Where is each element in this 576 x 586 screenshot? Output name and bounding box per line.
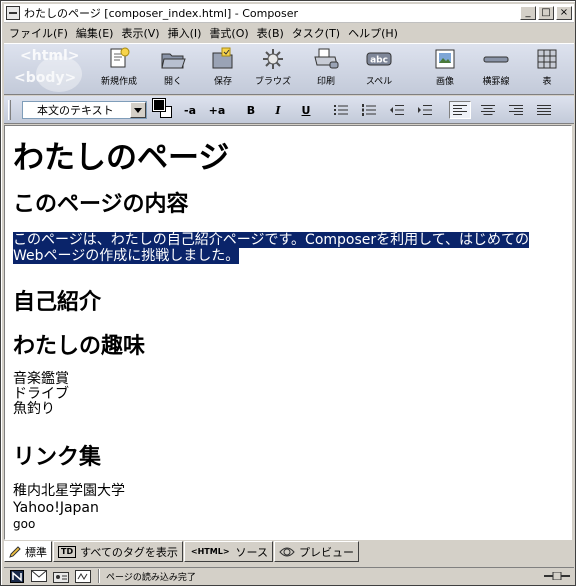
smaller-font-button[interactable]: -a [180,101,200,119]
composer-app-icon[interactable] [6,6,20,20]
minimize-button[interactable]: _ [520,6,536,20]
status-bar: ページの読み込み完了 [4,567,574,584]
open-folder-icon [159,46,187,72]
text-color-picker[interactable] [152,98,175,121]
open-button[interactable]: 開く [150,46,196,94]
hobby-item[interactable]: ドライブ [13,387,69,402]
link-item[interactable]: Yahoo!Japan [13,501,99,516]
indent-button[interactable] [416,101,434,119]
justify-icon [537,105,551,115]
page-heading[interactable]: わたしのページ [13,132,229,177]
heading-links[interactable]: リンク集 [13,439,101,471]
intro-paragraph[interactable]: このページは、わたしの自己紹介ページです。Composerを利用して、はじめての… [13,232,553,264]
mail-icon[interactable] [30,569,48,583]
menu-edit[interactable]: 編集(E) [72,25,118,41]
menu-help[interactable]: ヘルプ(H) [344,25,402,41]
heading-profile[interactable]: 自己紹介 [13,284,101,316]
text-color-swatch[interactable] [152,98,166,112]
hobby-item[interactable]: 音楽鑑賞 [13,372,69,387]
maximize-button[interactable]: □ [538,6,554,20]
toolbar-grip[interactable] [8,100,11,120]
bold-button[interactable]: B [242,101,260,119]
svg-text:abc: abc [370,56,388,66]
td-tag-icon: TD [58,545,77,558]
menu-insert[interactable]: 挿入(I) [164,25,206,41]
format-toolbar: 本文のテキスト -a +a B I U [4,96,574,124]
heading-contents[interactable]: このページの内容 [13,186,189,218]
chevron-down-icon[interactable] [130,102,146,118]
pencil-icon [9,545,21,558]
table-icon [533,46,561,72]
image-icon [431,46,459,72]
composer-window: わたしのページ [composer_index.html] - Composer… [0,0,576,586]
tab-show-all-tags[interactable]: TD すべてのタグを表示 [53,541,183,562]
title-bar[interactable]: わたしのページ [composer_index.html] - Composer… [4,4,574,23]
align-left-button[interactable] [449,101,471,119]
numbered-list-icon [362,104,376,116]
heading-hobbies[interactable]: わたしの趣味 [13,328,145,360]
status-text: ページの読み込み完了 [106,572,196,583]
tab-normal[interactable]: 標準 [4,541,52,562]
horizontal-rule-button[interactable]: 横罫線 [473,46,519,94]
paragraph-style-select[interactable]: 本文のテキスト [22,101,147,119]
bullet-list-button[interactable] [332,101,350,119]
align-right-button[interactable] [506,101,526,119]
indent-icon [418,105,432,115]
menu-file[interactable]: ファイル(F) [4,25,72,41]
new-button[interactable]: 新規作成 [96,46,142,94]
menu-view[interactable]: 表示(V) [117,25,163,41]
link-item[interactable]: 稚内北星学園大学 [13,484,125,499]
print-button[interactable]: 印刷 [303,46,349,94]
composition-toolbar: <html> <body> 新規作成 開く 保存 ブラウズ 印刷 abc スペル… [4,43,574,95]
address-book-icon[interactable] [52,569,70,583]
underline-button[interactable]: U [297,101,315,119]
browse-button[interactable]: ブラウズ [250,46,296,94]
save-icon [209,46,237,72]
edit-mode-tabs: 標準 TD すべてのタグを表示 <HTML> ソース プレビュー [4,541,574,563]
align-right-icon [509,105,523,115]
menu-tasks[interactable]: タスク(T) [288,25,344,41]
preview-icon [279,547,295,556]
status-divider [98,569,100,583]
align-left-icon [453,105,467,115]
print-icon [312,46,340,72]
justify-button[interactable] [534,101,554,119]
italic-button[interactable]: I [269,101,287,119]
table-button[interactable]: 表 [524,46,570,94]
spell-button[interactable]: abc スペル [356,46,402,94]
spell-icon: abc [365,46,393,72]
menu-format[interactable]: 書式(O) [205,25,252,41]
save-button[interactable]: 保存 [200,46,246,94]
selected-text[interactable]: このページは、わたしの自己紹介ページです。Composerを利用して、はじめての… [13,232,530,264]
composer-logo: <html> <body> [12,46,92,92]
html-tag-icon: <HTML> [190,546,230,556]
hobby-item[interactable]: 魚釣り [13,402,55,417]
align-center-button[interactable] [478,101,498,119]
menu-bar: ファイル(F) 編集(E) 表示(V) 挿入(I) 書式(O) 表(B) タスク… [4,24,574,42]
browse-icon [259,46,287,72]
composer-icon[interactable] [74,569,92,583]
navigator-icon[interactable] [8,569,26,583]
online-status-icon[interactable] [544,571,570,581]
image-button[interactable]: 画像 [422,46,468,94]
editor-area[interactable]: わたしのページ このページの内容 このページは、わたしの自己紹介ページです。Co… [4,125,572,540]
bullet-list-icon [334,105,348,115]
paragraph-style-value: 本文のテキスト [37,104,114,117]
tab-source[interactable]: <HTML> ソース [183,541,273,562]
hr-icon [482,46,510,72]
tab-preview[interactable]: プレビュー [273,541,359,562]
close-button[interactable]: × [556,6,572,20]
window-title: わたしのページ [composer_index.html] - Composer [24,7,299,20]
numbered-list-button[interactable] [360,101,378,119]
align-center-icon [481,105,495,115]
new-doc-icon [105,46,133,72]
outdent-button[interactable] [388,101,406,119]
larger-font-button[interactable]: +a [206,101,228,119]
link-item[interactable]: goo [13,517,35,532]
menu-table[interactable]: 表(B) [253,25,288,41]
outdent-icon [390,105,404,115]
